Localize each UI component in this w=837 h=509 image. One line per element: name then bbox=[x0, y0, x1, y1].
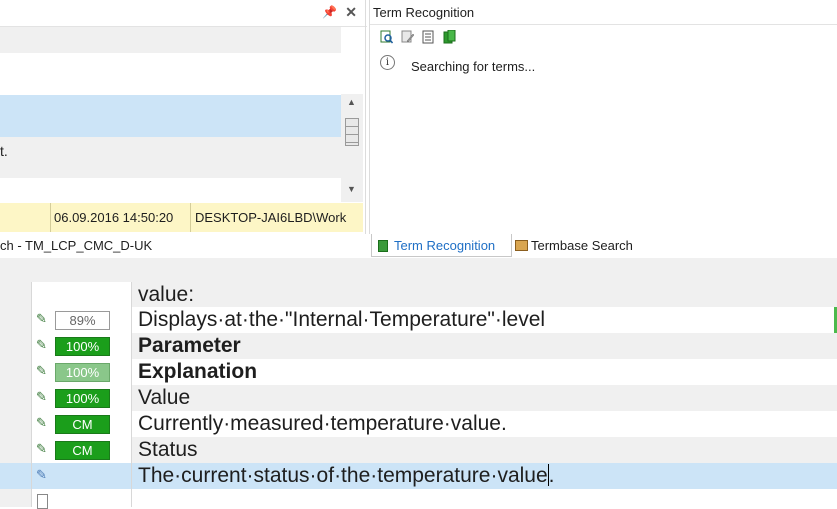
segment-number-cell bbox=[0, 463, 32, 489]
segment-status-cell bbox=[32, 282, 132, 307]
tm-info-row[interactable]: 06.09.2016 14:50:20 DESKTOP-JAI6LBD\Work bbox=[0, 203, 363, 232]
left-pane-titlebar: 📌 ✕ bbox=[0, 0, 367, 27]
divider bbox=[370, 24, 837, 25]
info-icon: i bbox=[380, 55, 395, 70]
target-text[interactable]: Value bbox=[138, 386, 190, 410]
close-icon[interactable]: ✕ bbox=[345, 4, 357, 21]
search-term-icon[interactable] bbox=[380, 30, 393, 44]
left-pane: 📌 ✕ t. ▲ ▼ 06.09.2016 14:50:20 DESKTOP-J… bbox=[0, 0, 367, 234]
segment-number-cell bbox=[0, 359, 32, 385]
segment-number-cell bbox=[0, 282, 32, 307]
editor-header-band bbox=[0, 258, 837, 283]
segment-row[interactable]: ✎ 100% Parameter bbox=[0, 333, 837, 359]
segment-status-cell: ✎ 100% bbox=[32, 359, 132, 385]
tm-user: DESKTOP-JAI6LBD\Work bbox=[195, 210, 347, 225]
pin-icon[interactable]: 📌 bbox=[322, 5, 337, 19]
termbase-search-icon bbox=[515, 240, 528, 251]
translated-pencil-icon: ✎ bbox=[36, 337, 47, 352]
target-text[interactable]: Parameter bbox=[138, 334, 241, 358]
segment-row[interactable]: value: bbox=[0, 282, 837, 307]
segment-status-cell: ✎ 89% bbox=[32, 307, 132, 333]
match-badge: CM bbox=[55, 441, 110, 460]
tm-info-cell bbox=[0, 203, 51, 232]
match-badge: 100% bbox=[55, 363, 110, 382]
segment-number-cell bbox=[0, 333, 32, 359]
segment-row[interactable]: ✎ 100% Value bbox=[0, 385, 837, 411]
segment-status-cell: ✎ bbox=[32, 463, 132, 489]
translated-pencil-icon: ✎ bbox=[36, 441, 47, 456]
segment-row[interactable]: ✎ 100% Explanation bbox=[0, 359, 837, 385]
column-divider bbox=[190, 203, 191, 232]
segment-status-cell: ✎ 100% bbox=[32, 385, 132, 411]
row-text-fragment: t. bbox=[0, 143, 8, 159]
translated-pencil-icon: ✎ bbox=[36, 415, 47, 430]
segment-status-cell: ✎ CM bbox=[32, 437, 132, 463]
tab-termbase-search[interactable]: Termbase Search bbox=[512, 234, 672, 256]
pane-title: Term Recognition bbox=[373, 5, 475, 20]
match-badge: 89% bbox=[55, 311, 110, 330]
translated-pencil-icon: ✎ bbox=[36, 311, 47, 326]
segment-status-cell: ✎ 100% bbox=[32, 333, 132, 359]
list-row-selected[interactable] bbox=[0, 95, 341, 137]
segment-row[interactable]: ✎ CM Currently·measured·temperature·valu… bbox=[0, 411, 837, 437]
editor-grid: value: ✎ 89% Displays·at·the·"Internal·T… bbox=[0, 282, 837, 509]
edit-term-icon[interactable] bbox=[401, 30, 414, 44]
list-row[interactable] bbox=[0, 178, 341, 202]
list-row[interactable]: t. bbox=[0, 137, 341, 178]
scroll-up-icon[interactable]: ▲ bbox=[347, 97, 356, 107]
segment-number-cell bbox=[0, 411, 32, 437]
segment-row[interactable]: ✎ CM Status bbox=[0, 437, 837, 463]
vertical-scrollbar[interactable]: ▲ ▼ bbox=[341, 94, 363, 202]
term-recognition-pane: Term Recognition i Searching for terms..… bbox=[369, 0, 837, 234]
tab-term-recognition[interactable]: Term Recognition bbox=[371, 234, 512, 257]
tab-label: Term Recognition bbox=[394, 238, 496, 253]
target-cell-bg bbox=[132, 385, 837, 411]
target-text[interactable]: Status bbox=[138, 438, 198, 462]
target-cell-bg bbox=[132, 282, 837, 307]
scrollbar-thumb[interactable] bbox=[345, 118, 359, 146]
match-badge: 100% bbox=[55, 337, 110, 356]
list-row[interactable] bbox=[0, 53, 341, 93]
tm-date: 06.09.2016 14:50:20 bbox=[54, 210, 174, 225]
tab-label: Termbase Search bbox=[531, 238, 633, 253]
segment-row[interactable] bbox=[0, 489, 837, 509]
segment-row[interactable]: ✎ 89% Displays·at·the·"Internal·Temperat… bbox=[0, 307, 837, 333]
target-text-tail: . bbox=[548, 464, 555, 487]
status-message: Searching for terms... bbox=[411, 59, 536, 74]
translated-pencil-icon: ✎ bbox=[36, 389, 47, 404]
target-text[interactable]: Explanation bbox=[138, 360, 257, 384]
target-cell-bg bbox=[132, 437, 837, 463]
list-row[interactable] bbox=[0, 27, 341, 53]
scroll-down-icon[interactable]: ▼ bbox=[347, 184, 356, 194]
target-text: The·current·status·of·the·temperature·va… bbox=[138, 464, 548, 487]
segment-row-active[interactable]: ✎ The·current·status·of·the·temperature·… bbox=[0, 463, 837, 489]
segment-status-cell bbox=[32, 489, 132, 509]
termbase-icon[interactable] bbox=[443, 30, 456, 44]
pane-splitter[interactable] bbox=[365, 0, 366, 234]
term-settings-icon[interactable] bbox=[422, 30, 435, 44]
tm-title-label: ch - TM_LCP_CMC_D-UK bbox=[0, 238, 153, 253]
term-recognition-icon bbox=[378, 240, 388, 252]
segment-number-cell bbox=[0, 489, 32, 507]
segment-status-cell: ✎ CM bbox=[32, 411, 132, 437]
target-text[interactable]: Currently·measured·temperature·value. bbox=[138, 412, 507, 436]
target-text[interactable]: value: bbox=[138, 283, 194, 307]
target-text-editor[interactable]: The·current·status·of·the·temperature·va… bbox=[138, 464, 555, 488]
target-text[interactable]: Displays·at·the·"Internal·Temperature"·l… bbox=[138, 308, 545, 332]
match-badge: 100% bbox=[55, 389, 110, 408]
segment-number-cell bbox=[0, 307, 32, 333]
match-badge: CM bbox=[55, 415, 110, 434]
segment-number-cell bbox=[0, 437, 32, 463]
translated-pencil-icon: ✎ bbox=[36, 363, 47, 378]
editing-pencil-icon: ✎ bbox=[36, 467, 47, 482]
segment-number-cell bbox=[0, 385, 32, 411]
